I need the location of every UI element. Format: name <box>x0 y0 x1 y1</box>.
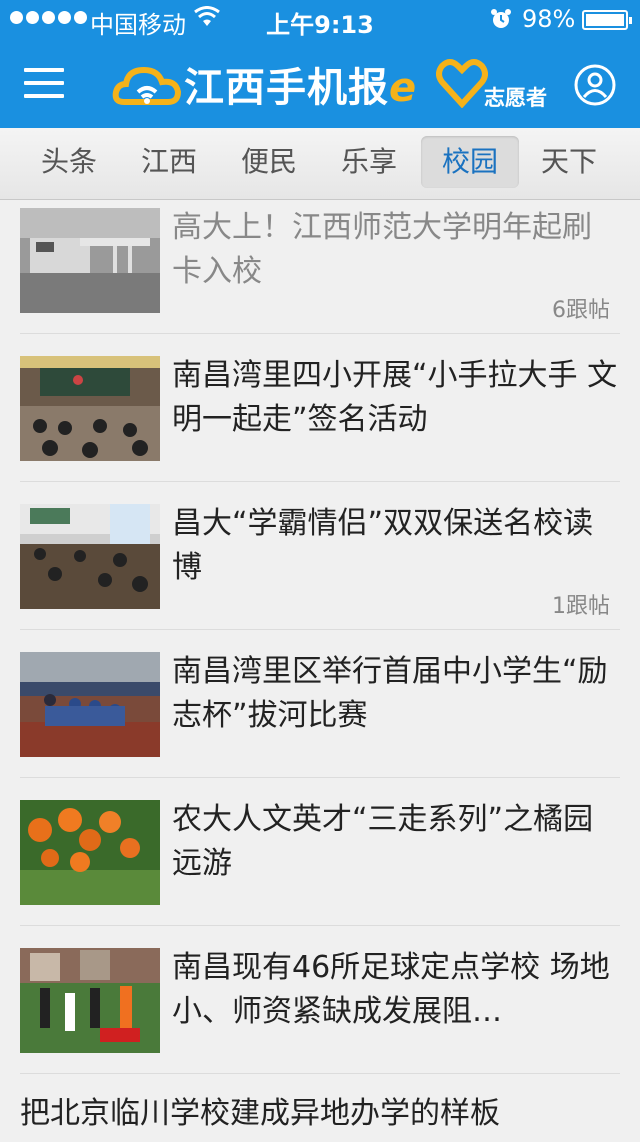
cloud-signal-logo-icon <box>112 66 182 105</box>
news-title: 农大人文英才“三走系列”之橘园远游 <box>172 802 594 881</box>
tab-services[interactable]: 便民 <box>220 136 318 188</box>
app-title: 江西手机报e <box>184 65 418 111</box>
news-thumbnail <box>20 208 160 313</box>
news-thumbnail <box>20 652 160 757</box>
status-bar: 中国移动 上午9:13 98% <box>0 0 640 40</box>
volunteer-button[interactable]: 志愿者 <box>436 56 556 112</box>
reply-count: 1跟帖 <box>552 594 610 619</box>
news-thumbnail <box>20 800 160 905</box>
news-title: 南昌湾里区举行首届中小学生“励志杯”拔河比赛 <box>172 654 608 733</box>
tab-headlines[interactable]: 头条 <box>20 136 118 188</box>
news-title-partial[interactable]: 把北京临川学校建成异地办学的样板 <box>20 1086 620 1142</box>
user-profile-icon[interactable] <box>574 64 616 106</box>
news-item[interactable]: 南昌现有46所足球定点学校 场地小、师资紧缺成发展阻… <box>20 926 620 1074</box>
news-title: 南昌现有46所足球定点学校 场地小、师资紧缺成发展阻… <box>172 950 610 1029</box>
news-item[interactable]: 高大上！江西师范大学明年起刷卡入校 6跟帖 <box>20 200 620 334</box>
news-item[interactable]: 农大人文英才“三走系列”之橘园远游 <box>20 778 620 926</box>
alarm-icon <box>491 9 511 28</box>
menu-button[interactable] <box>24 68 64 100</box>
battery-icon <box>582 10 632 30</box>
volunteer-label: 志愿者 <box>484 86 547 110</box>
news-item[interactable]: 昌大“学霸情侣”双双保送名校读博 1跟帖 <box>20 482 620 630</box>
tab-jiangxi[interactable]: 江西 <box>120 136 218 188</box>
app-logo: 江西手机报e <box>112 56 417 112</box>
tab-leisure[interactable]: 乐享 <box>320 136 418 188</box>
tab-world[interactable]: 天下 <box>520 136 618 188</box>
news-thumbnail <box>20 504 160 609</box>
battery-percentage: 98% <box>522 5 576 33</box>
category-tabs: 头条 江西 便民 乐享 校园 天下 <box>0 128 640 200</box>
news-title: 高大上！江西师范大学明年起刷卡入校 <box>172 210 592 289</box>
news-item[interactable]: 南昌湾里四小开展“小手拉大手 文明一起走”签名活动 <box>20 334 620 482</box>
news-item[interactable]: 南昌湾里区举行首届中小学生“励志杯”拔河比赛 <box>20 630 620 778</box>
news-title: 南昌湾里四小开展“小手拉大手 文明一起走”签名活动 <box>172 358 618 437</box>
menu-icon <box>24 68 64 72</box>
news-thumbnail <box>20 356 160 461</box>
news-thumbnail <box>20 948 160 1053</box>
news-title: 昌大“学霸情侣”双双保送名校读博 <box>172 506 594 585</box>
tab-campus[interactable]: 校园 <box>421 136 519 188</box>
reply-count: 6跟帖 <box>552 298 610 323</box>
heart-hand-icon <box>436 59 488 108</box>
app-header: 江西手机报e 志愿者 <box>0 40 640 128</box>
